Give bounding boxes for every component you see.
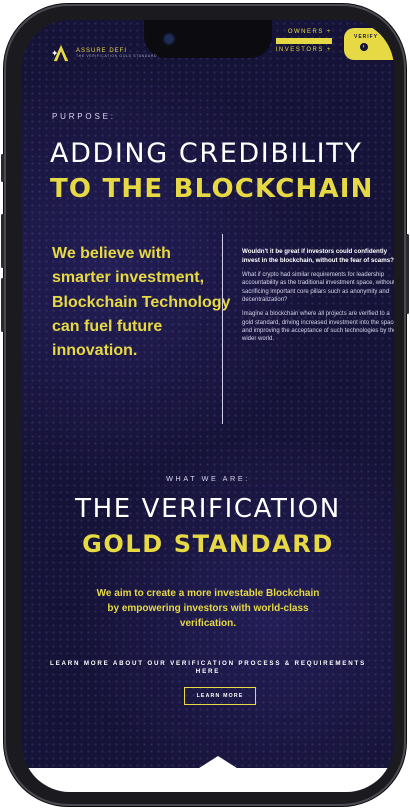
aim-statement: We aim to create a more investable Block…: [96, 588, 320, 629]
next-section: [22, 768, 394, 792]
nav-investors-link[interactable]: INVESTORS +: [276, 44, 332, 56]
what-we-are-eyebrow: WHAT WE ARE:: [166, 474, 250, 483]
phone-screen: ASSURE DEFI THE VERIFICATION GOLD STANDA…: [22, 20, 394, 792]
purpose-question: Wouldn't it be great if investors could …: [242, 248, 394, 264]
purpose-statement: We believe with smarter investment, Bloc…: [52, 245, 231, 360]
phone-volume-up-button: [1, 214, 4, 268]
brand-logo[interactable]: ASSURE DEFI THE VERIFICATION GOLD STANDA…: [52, 44, 157, 62]
phone-power-button: [406, 234, 409, 314]
purpose-title-line1: ADDING CREDIBILITY: [50, 138, 363, 169]
purpose-title-line2: TO THE BLOCKCHAIN: [50, 174, 374, 204]
assure-defi-logo-icon: [52, 44, 69, 62]
arrow-right-icon: ›: [360, 43, 368, 51]
what-we-are-title-line1: THE VERIFICATION: [75, 494, 341, 524]
verify-button[interactable]: VERIFY ›: [344, 28, 394, 60]
nav-owners-link[interactable]: OWNERS +: [276, 26, 332, 38]
phone-volume-down-button: [1, 278, 4, 332]
phone-frame: ASSURE DEFI THE VERIFICATION GOLD STANDA…: [1, 4, 409, 806]
learn-more-text: LEARN MORE ABOUT OUR VERIFICATION PROCES…: [50, 660, 366, 676]
phone-notch: [144, 20, 272, 58]
top-nav: OWNERS + INVESTORS +: [276, 26, 332, 56]
purpose-eyebrow: PURPOSE:: [52, 112, 116, 121]
brand-tagline: THE VERIFICATION GOLD STANDARD: [76, 54, 158, 59]
brand-name: ASSURE DEFI: [76, 47, 128, 54]
verify-label: VERIFY: [354, 34, 379, 40]
learn-more-button[interactable]: LEARN MORE: [184, 687, 256, 705]
what-we-are-title-line2: GOLD STANDARD: [82, 530, 334, 558]
column-divider: [222, 234, 223, 424]
purpose-body: Wouldn't it be great if investors could …: [242, 248, 394, 350]
purpose-paragraph-2: Imagine a blockchain where all projects …: [242, 311, 394, 343]
camera-icon: [164, 34, 174, 44]
phone-mute-button: [1, 154, 4, 182]
purpose-paragraph-1: What if crypto had similar requirements …: [242, 272, 394, 304]
